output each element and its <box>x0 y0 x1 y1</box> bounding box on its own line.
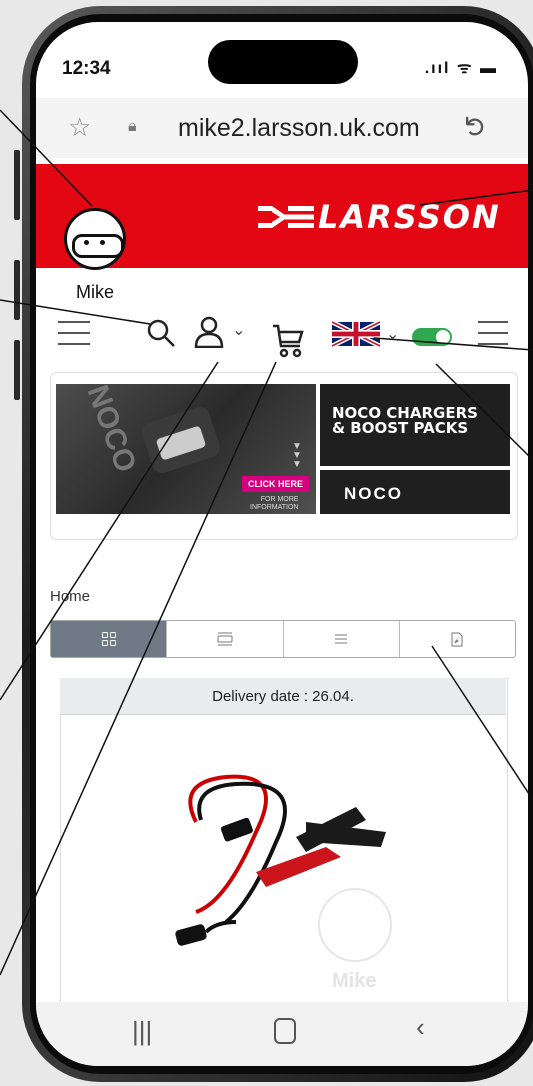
toggle-icon[interactable] <box>412 328 452 346</box>
phone-side-button <box>14 260 20 320</box>
dynamic-island <box>208 40 358 84</box>
recent-apps-icon[interactable]: ||| <box>132 1016 152 1047</box>
status-icons: .ııl ᯤ ▬ <box>424 60 498 77</box>
url-text[interactable]: mike2.larsson.uk.com <box>178 114 420 143</box>
grid-icon <box>101 632 116 646</box>
tab-grid-view[interactable] <box>51 621 168 657</box>
mike-label: Mike <box>76 282 115 302</box>
mike-eye <box>84 240 89 245</box>
star-icon[interactable]: ☆ <box>68 112 91 143</box>
banner-brand: NOCO <box>344 484 403 503</box>
tab-pdf-view[interactable] <box>400 621 515 657</box>
chevron-down-icon[interactable]: ⌄ <box>386 324 399 344</box>
pdf-icon <box>451 632 463 646</box>
delivery-date: Delivery date : 26.04. <box>60 678 506 715</box>
home-icon[interactable] <box>274 1018 296 1044</box>
arrow-icon: ▼ ▼ ▼ <box>292 441 302 470</box>
watermark-label: Mike <box>332 970 377 992</box>
list-icon <box>335 634 348 644</box>
mike-visor <box>72 234 124 258</box>
breadcrumb-home[interactable]: Home <box>50 588 90 605</box>
phone-side-button <box>14 340 20 400</box>
uk-flag-icon[interactable] <box>332 320 380 348</box>
search-icon[interactable] <box>146 318 176 348</box>
chevron-down-icon[interactable]: ⌄ <box>232 320 245 340</box>
brand-flag-logo <box>258 202 314 232</box>
click-here-button[interactable]: CLICK HERE <box>242 476 310 492</box>
mike-eye <box>100 240 105 245</box>
tab-list-view[interactable] <box>284 621 400 657</box>
brand-logo-text[interactable]: LARSSON <box>318 198 501 236</box>
hamburger-menu-icon[interactable] <box>58 320 90 346</box>
hamburger-menu-icon[interactable] <box>478 320 508 346</box>
user-icon[interactable] <box>194 316 224 348</box>
phone-screen: 12:34 .ııl ᯤ ▬ ☆ 🔒︎ mike2.larsson.uk.com… <box>36 22 528 1066</box>
phone-side-button <box>14 150 20 220</box>
back-icon[interactable]: ‹ <box>416 1012 425 1043</box>
list-image-icon <box>217 632 233 646</box>
lock-icon: 🔒︎ <box>128 118 137 135</box>
status-time: 12:34 <box>62 58 111 79</box>
cart-icon[interactable] <box>272 324 304 358</box>
view-mode-tabs <box>50 620 516 658</box>
tab-list-image-view[interactable] <box>167 621 284 657</box>
watermark-avatar <box>318 888 392 962</box>
reload-icon[interactable]: ↺ <box>459 115 492 138</box>
more-info-text: FOR MORE INFORMATION <box>250 496 299 511</box>
banner-title: NOCO CHARGERS & BOOST PACKS <box>332 404 478 437</box>
